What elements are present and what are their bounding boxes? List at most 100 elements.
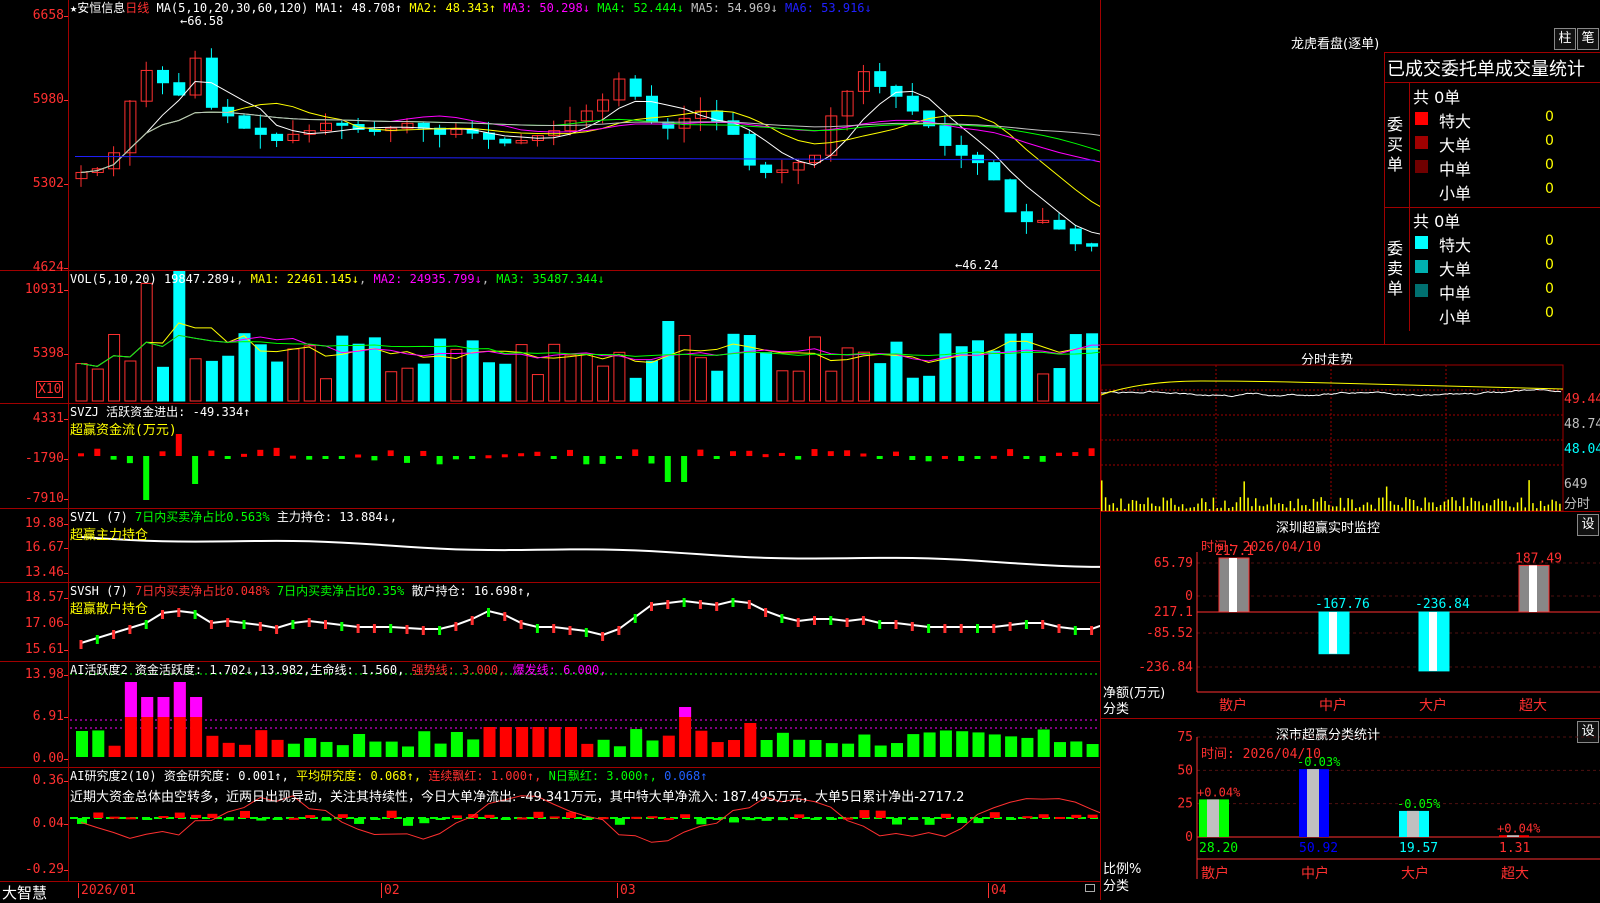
period-label[interactable]: 日线 bbox=[125, 1, 149, 15]
ai2-t5: 0.068↑ bbox=[664, 769, 708, 783]
ma-value-4: MA4: 52.444↓ bbox=[597, 1, 692, 15]
intraday-vol-bar bbox=[1258, 505, 1261, 511]
intraday-vol-bar bbox=[1428, 502, 1430, 511]
intraday-vol-bar bbox=[1239, 497, 1242, 511]
sz-value-label: 187.49 bbox=[1515, 551, 1562, 566]
sc-xlabel: 分类 bbox=[1103, 879, 1130, 894]
intraday-vol-bar bbox=[1505, 500, 1507, 511]
intraday-vol-bar bbox=[1474, 501, 1476, 511]
bar-view-button[interactable]: 柱 bbox=[1554, 28, 1576, 50]
intraday-vol-bar bbox=[1512, 507, 1515, 511]
svzj-bar bbox=[518, 453, 525, 457]
ai1-bar bbox=[206, 735, 219, 757]
ai-research-pane[interactable]: 0.36 0.04 -0.29 AI研究度2(10) 资金研究度: 0.001↑… bbox=[0, 768, 1100, 882]
ai2-bar bbox=[142, 818, 153, 820]
ai1-bar bbox=[255, 730, 268, 757]
intraday-vol-bar bbox=[1193, 507, 1195, 511]
ai1-bar bbox=[108, 745, 121, 757]
volume-chart[interactable] bbox=[0, 271, 1100, 403]
ai1-bar bbox=[630, 729, 643, 757]
intraday-unit: 分时 bbox=[1564, 497, 1591, 512]
svzj-bar bbox=[159, 451, 166, 456]
ai2-bar bbox=[1087, 814, 1098, 818]
intraday-vol-bar bbox=[1328, 504, 1330, 511]
ai2-bar bbox=[631, 816, 642, 819]
vol-bar bbox=[466, 340, 479, 402]
ai2-bar bbox=[892, 818, 902, 825]
ai2-bar bbox=[1038, 814, 1049, 818]
svzj-title: 活跃资金进出: -49.334↑ bbox=[106, 405, 251, 419]
svzj-bar bbox=[664, 456, 671, 482]
intraday-vol-bar bbox=[1382, 497, 1384, 511]
vol-value: 19847.289↓ bbox=[163, 272, 237, 286]
svzj-header: SVZJ 活跃资金进出: -49.334↑ bbox=[70, 405, 250, 419]
intraday-vol-bar bbox=[1308, 508, 1311, 511]
ai1-bar bbox=[793, 739, 806, 757]
vol-bar bbox=[743, 335, 756, 402]
svzj-bar bbox=[1088, 448, 1095, 456]
intraday-vol-bar bbox=[1343, 507, 1346, 511]
stock-name[interactable]: ★安恒信息 bbox=[70, 1, 125, 15]
svsh-label: SVSH (7) bbox=[70, 584, 128, 598]
svzj-bar bbox=[78, 453, 84, 457]
svsh-pane[interactable]: 18.57 17.06 15.61 SVSH (7) 7日内买卖净占比0.048… bbox=[0, 583, 1100, 662]
volume-pane[interactable]: 10931 5398 X10 VOL(5,10,20) 19847.289↓, … bbox=[0, 271, 1100, 404]
sell-label: 大单 bbox=[1439, 260, 1472, 279]
svzj-bar bbox=[192, 456, 199, 484]
svzj-bar bbox=[289, 455, 296, 459]
intraday-vol-bar bbox=[1366, 502, 1369, 511]
sc-stats-panel[interactable]: 深市超赢分类统计 设 时间: 2026/04/10 75 50 25 0 +0.04% 2… bbox=[1101, 719, 1600, 900]
ai-activity-pane[interactable]: 13.98 6.91 0.00 AI活跃度2 资金活跃度: 1.702↓,13.… bbox=[0, 662, 1100, 768]
svsh-header: SVSH (7) 7日内买卖净占比0.048% 7日内买卖净占比0.35% 散户… bbox=[70, 584, 532, 598]
ai2-bar bbox=[647, 816, 658, 819]
ai-research-chart[interactable] bbox=[0, 768, 1100, 881]
intraday-vol-bar bbox=[1166, 500, 1168, 511]
svzj-pane[interactable]: 4331 -1790 -7910 SVZJ 活跃资金进出: -49.334↑ 超… bbox=[0, 404, 1100, 509]
intraday-vol-bar bbox=[1297, 498, 1299, 511]
ai2-bar bbox=[158, 816, 169, 819]
vol-bar bbox=[890, 341, 903, 402]
kline-chart[interactable] bbox=[0, 0, 1100, 270]
intraday-vol-bar bbox=[1208, 508, 1211, 511]
sc-bar-chart[interactable]: 75 50 25 0 +0.04% 28.20 散户 -0.03% 50.92 中户 -0.05% 1… bbox=[1101, 719, 1600, 900]
svzj-bar bbox=[436, 456, 443, 465]
intraday-vol-bar bbox=[1301, 505, 1303, 511]
lock-icon[interactable] bbox=[1085, 884, 1095, 892]
svzj-bar bbox=[126, 456, 133, 464]
sc-ytick: 75 bbox=[1177, 730, 1193, 745]
svzj-bar bbox=[355, 454, 362, 458]
vol-bar bbox=[368, 337, 381, 402]
intraday-vol-bar bbox=[1455, 500, 1457, 511]
vol-bar bbox=[711, 370, 724, 402]
vol-bar bbox=[1069, 334, 1082, 402]
intraday-panel[interactable]: 分时走势 49.44 48.74 48.04 649 分时 bbox=[1101, 345, 1600, 512]
kline-candle bbox=[1020, 211, 1033, 223]
buy-color-swatch bbox=[1415, 160, 1428, 173]
intraday-chart[interactable] bbox=[1101, 345, 1600, 511]
sz-monitor-panel[interactable]: 深圳超赢实时监控 设 时间: 2026/04/10 217.1 65.79 0 -85… bbox=[1101, 512, 1600, 719]
svzj-bar bbox=[990, 455, 997, 459]
ai1-bar bbox=[434, 743, 447, 757]
vol-bar bbox=[841, 347, 854, 402]
sc-change-label: +0.04% bbox=[1497, 821, 1541, 835]
sz-value-label: -236.84 bbox=[1415, 597, 1470, 612]
ai-activity-chart[interactable] bbox=[0, 662, 1100, 767]
svzl-pane[interactable]: 19.88 16.67 13.46 SVZL (7) 7日内买卖净占比0.563… bbox=[0, 509, 1100, 583]
sell-row: 中单00% bbox=[1415, 279, 1600, 303]
intraday-vol-bar bbox=[1362, 504, 1365, 511]
intraday-vol-bar bbox=[1409, 499, 1411, 511]
ma-header: ★安恒信息日线 MA(5,10,20,30,60,120) MA1: 48.70… bbox=[70, 1, 872, 15]
vol-bar bbox=[417, 363, 430, 402]
kline-candle bbox=[1053, 219, 1066, 230]
intraday-vol-bar bbox=[1551, 499, 1553, 511]
tick-view-button[interactable]: 笔 bbox=[1577, 28, 1599, 50]
ai2-bar bbox=[109, 816, 120, 819]
vol-bar bbox=[874, 363, 887, 402]
intraday-vol-bar bbox=[1466, 506, 1469, 511]
intraday-vol-bar bbox=[1216, 508, 1218, 511]
ai2-bar bbox=[207, 813, 218, 818]
sell-total: 共 0单 bbox=[1413, 212, 1461, 231]
sz-bar-chart[interactable]: 217.1 65.79 0 -85.52 -236.84 217.1 散户 -167.76 中户… bbox=[1101, 512, 1600, 718]
kline-pane[interactable]: 6658 5980 5302 4624 ★安恒信息日线 MA(5,10,20,3… bbox=[0, 0, 1100, 275]
intraday-vol-bar bbox=[1424, 497, 1426, 511]
